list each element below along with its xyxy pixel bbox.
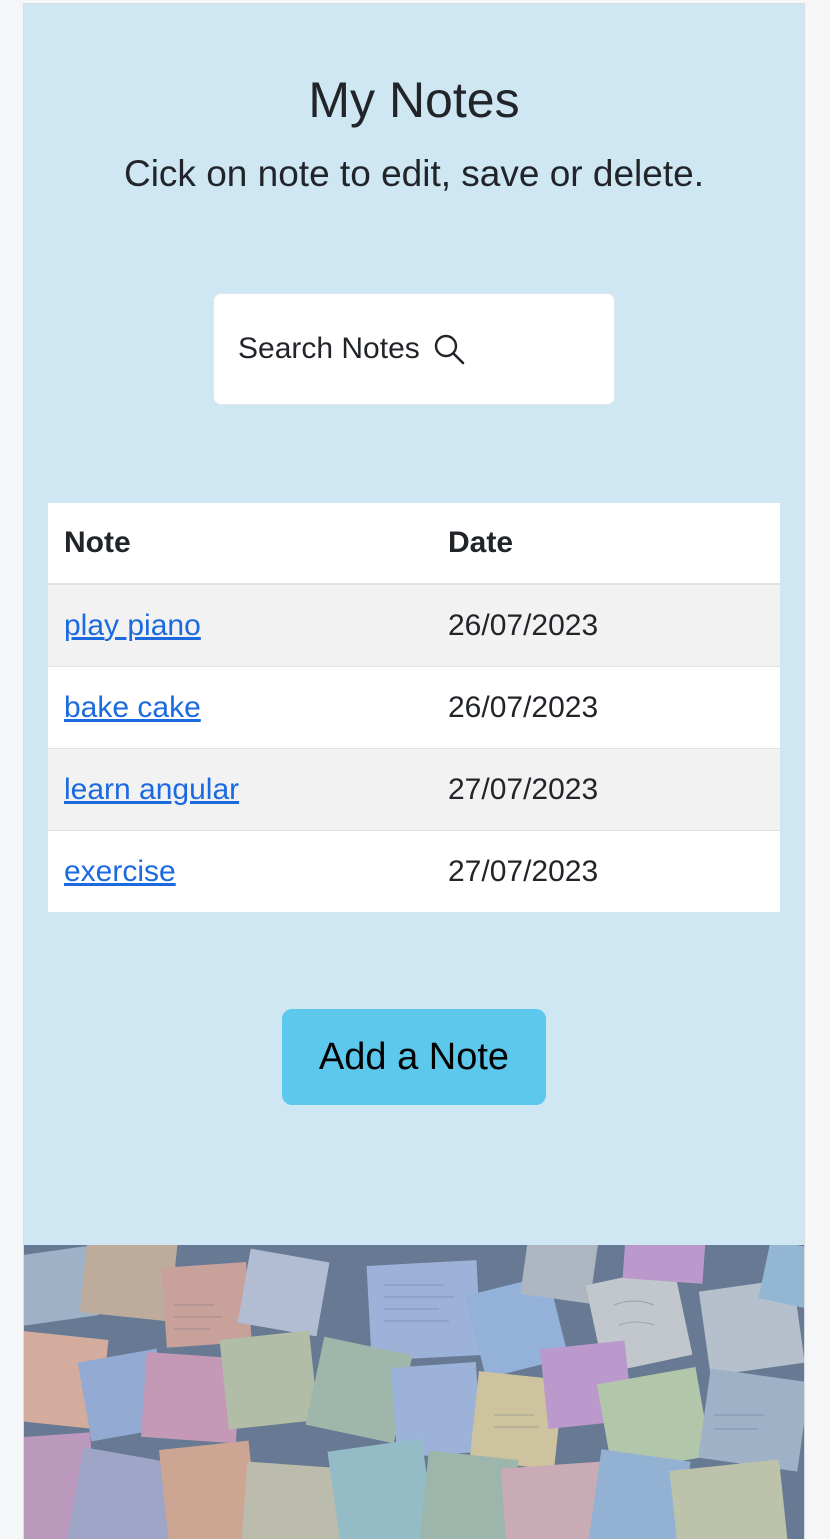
note-cell: learn angular	[48, 748, 432, 831]
note-cell: play piano	[48, 583, 432, 667]
search-notes-button[interactable]: Search Notes	[213, 293, 615, 405]
page-title: My Notes	[308, 72, 520, 128]
page-subtitle: Cick on note to edit, save or delete.	[123, 153, 704, 194]
note-cell: exercise	[48, 830, 432, 912]
add-note-button[interactable]: Add a Note	[282, 1009, 546, 1105]
table-row: bake cake 26/07/2023	[48, 666, 780, 749]
table-row: learn angular 27/07/2023	[48, 748, 780, 831]
note-link[interactable]: learn angular	[64, 773, 239, 806]
search-label: Search Notes	[238, 332, 420, 365]
table-row: exercise 27/07/2023	[48, 830, 780, 912]
column-header-date: Date	[432, 503, 780, 585]
date-cell: 26/07/2023	[432, 583, 780, 667]
sticky-notes-banner-image	[24, 1245, 804, 1539]
date-cell: 27/07/2023	[432, 748, 780, 831]
note-link[interactable]: bake cake	[64, 691, 201, 724]
notes-table: Note Date play piano 26/07/2023 bake cak…	[48, 503, 780, 912]
search-icon	[432, 332, 466, 366]
note-link[interactable]: exercise	[64, 855, 176, 888]
note-cell: bake cake	[48, 666, 432, 749]
column-header-note: Note	[48, 503, 432, 585]
table-header-row: Note Date	[48, 503, 780, 585]
notes-app: My Notes Cick on note to edit, save or d…	[23, 3, 805, 1539]
note-link[interactable]: play piano	[64, 609, 201, 642]
date-cell: 26/07/2023	[432, 666, 780, 749]
table-row: play piano 26/07/2023	[48, 583, 780, 667]
date-cell: 27/07/2023	[432, 830, 780, 912]
